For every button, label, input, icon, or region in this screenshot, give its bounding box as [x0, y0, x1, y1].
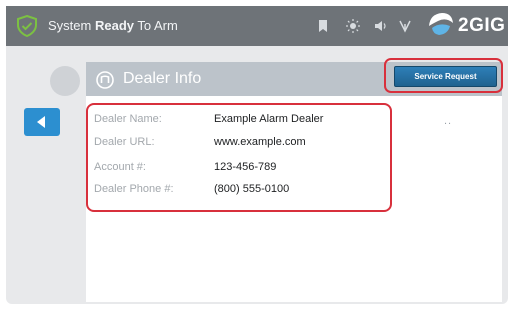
- 2gig-logo-icon: [429, 13, 453, 35]
- highlight-box-service-request: [384, 58, 503, 93]
- wifi-signal-icon[interactable]: [398, 19, 412, 33]
- status-suffix: To Arm: [134, 18, 178, 33]
- info-circle-icon: [50, 66, 80, 96]
- highlight-box-dealer-info: [86, 103, 392, 212]
- more-indicator: ..: [444, 115, 453, 127]
- page-title: Dealer Info: [123, 70, 202, 87]
- volume-icon[interactable]: [374, 19, 388, 33]
- brightness-icon[interactable]: [346, 19, 360, 33]
- arrow-left-icon: [37, 116, 45, 128]
- back-button[interactable]: [24, 108, 60, 136]
- bookmark-icon[interactable]: [316, 19, 330, 33]
- dealer-icon: [96, 71, 114, 89]
- system-status: System Ready To Arm: [48, 18, 178, 33]
- status-prefix: System: [48, 18, 95, 33]
- brand-name: 2GIG: [458, 15, 506, 36]
- shield-check-icon[interactable]: [16, 15, 38, 37]
- status-ready: Ready: [94, 18, 134, 33]
